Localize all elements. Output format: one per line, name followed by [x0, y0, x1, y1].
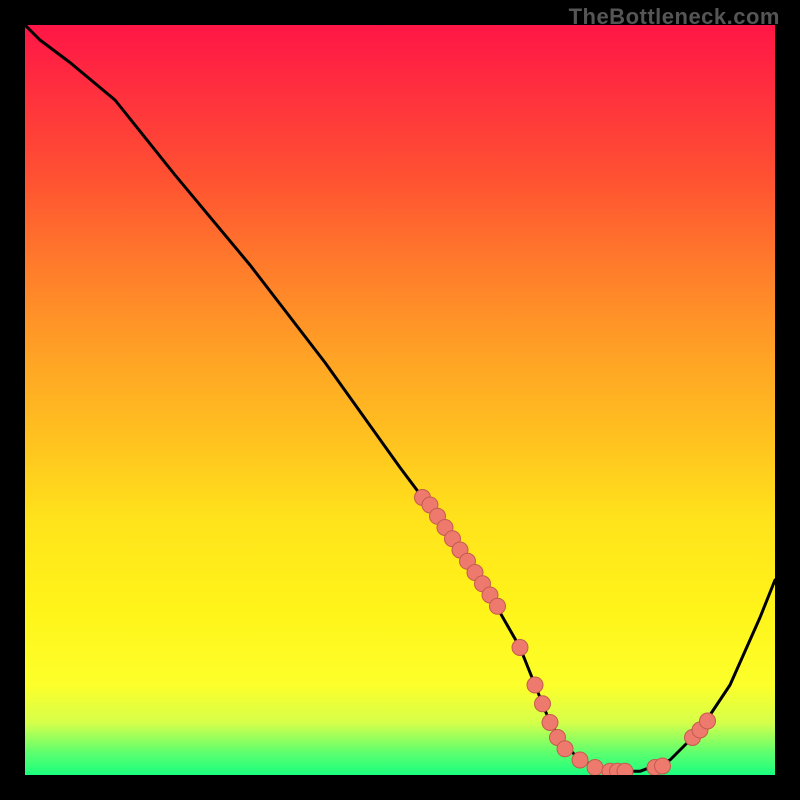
plot-area	[25, 25, 775, 775]
marker-point	[527, 677, 543, 693]
marker-point	[535, 696, 551, 712]
marker-point	[490, 598, 506, 614]
marker-group	[415, 490, 716, 776]
marker-point	[572, 752, 588, 768]
marker-point	[587, 760, 603, 776]
chart-stage: TheBottleneck.com	[0, 0, 800, 800]
marker-point	[512, 640, 528, 656]
marker-point	[617, 763, 633, 775]
marker-point	[557, 741, 573, 757]
chart-svg	[25, 25, 775, 775]
attribution-text: TheBottleneck.com	[569, 4, 780, 30]
bottleneck-curve	[25, 25, 775, 771]
marker-point	[542, 715, 558, 731]
marker-point	[655, 758, 671, 774]
marker-point	[700, 713, 716, 729]
